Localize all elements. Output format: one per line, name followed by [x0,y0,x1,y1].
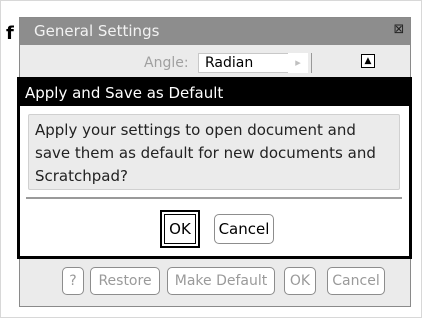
angle-row: Angle: Radian ▸ ▲ [20,51,410,75]
dialog-divider [26,197,402,199]
apply-save-dialog: Apply and Save as Default Apply your set… [18,78,411,258]
background-document-marker: f [6,23,14,44]
settings-button-bar: ? Restore Make Default OK Cancel [20,267,410,297]
close-icon[interactable]: ⊠ [390,21,408,39]
help-button[interactable]: ? [62,267,84,295]
settings-ok-button[interactable]: OK [284,267,316,295]
dialog-message: Apply your settings to open document and… [28,114,400,190]
divider [311,53,312,73]
angle-select[interactable]: Radian [198,53,290,73]
make-default-button[interactable]: Make Default [167,267,275,295]
chevron-right-icon[interactable]: ▸ [288,53,308,73]
settings-title: General Settings [20,18,410,45]
dialog-cancel-button[interactable]: Cancel [214,214,274,244]
settings-cancel-button[interactable]: Cancel [327,267,385,295]
dialog-ok-button[interactable]: OK [160,210,200,248]
dialog-title: Apply and Save as Default [20,80,409,106]
restore-button[interactable]: Restore [90,267,160,295]
angle-label: Angle: [144,55,189,71]
scroll-up-icon[interactable]: ▲ [361,54,375,68]
screen: f General Settings ⊠ Angle: Radian ▸ ▲ ?… [0,0,422,318]
